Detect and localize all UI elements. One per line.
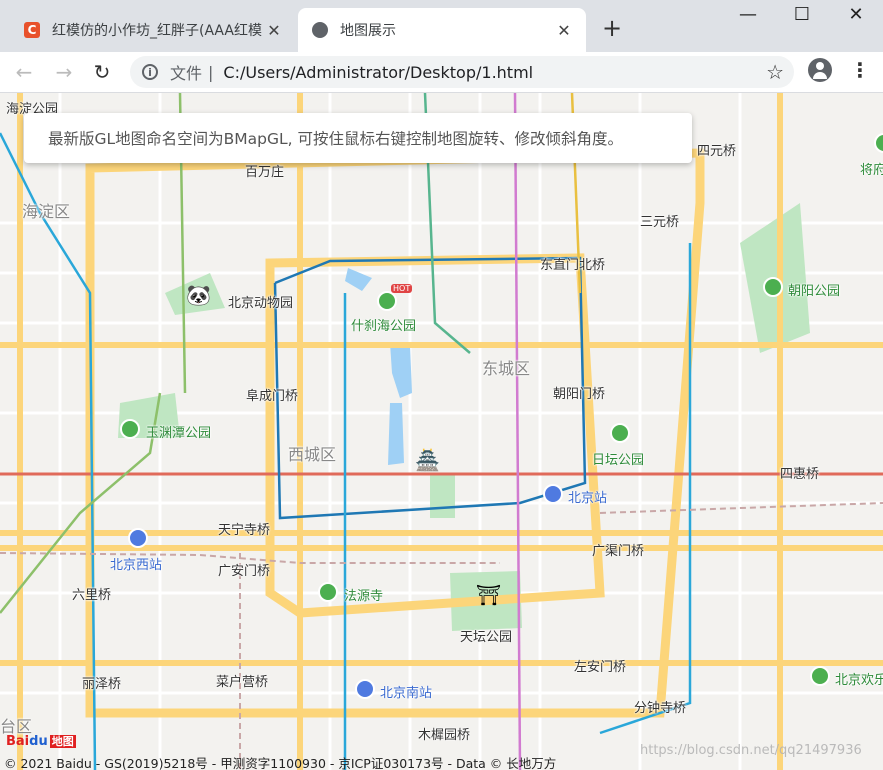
label-baiwanzhuang: 百万庄	[245, 165, 285, 180]
park-tiantan[interactable]: 天坛公园	[460, 626, 512, 645]
park-pin-icon[interactable]	[318, 582, 338, 602]
menu-icon[interactable]: ⋮	[850, 58, 870, 82]
park-pin-icon[interactable]	[810, 666, 830, 686]
watermark: https://blog.csdn.net/qq21497936	[640, 743, 862, 758]
park-ritan[interactable]: 日坛公园	[592, 449, 644, 468]
station-beijingxizhan[interactable]: 北京西站	[110, 554, 162, 573]
label-sanyuanqiao: 三元桥	[640, 215, 680, 230]
info-icon[interactable]: i	[142, 64, 158, 80]
temple-of-heaven-icon[interactable]: ⛩	[476, 583, 501, 607]
label-liuliqiao: 六里桥	[72, 588, 112, 603]
park-zoo[interactable]: 北京动物园	[228, 292, 293, 311]
new-tab-button[interactable]: +	[600, 14, 624, 42]
label-guangqumenqiao: 广渠门桥	[592, 544, 645, 559]
close-tab-icon[interactable]: ✕	[262, 21, 286, 40]
profile-avatar-icon[interactable]	[808, 58, 832, 82]
label-siyuanqiao: 四元桥	[697, 144, 737, 159]
park-pin-icon[interactable]	[120, 419, 140, 439]
csdn-icon: C	[24, 22, 40, 38]
map-canvas[interactable]: 海淀区 东城区 西城区 台区 海淀公园 百万庄 三元桥 四元桥 东直门北桥 阜成…	[0, 93, 883, 770]
train-station-icon[interactable]	[128, 528, 148, 548]
address-bar[interactable]: i 文件 | C:/Users/Administrator/Desktop/1.…	[130, 56, 794, 88]
label-lizeqiao: 丽泽桥	[82, 677, 122, 692]
park-pin-icon[interactable]	[610, 423, 630, 443]
label-guanganmenqiao: 广安门桥	[218, 564, 271, 579]
park-jiangfu[interactable]: 将府	[860, 159, 883, 178]
tab-title: 红模仿的小作坊_红胖子(AAA红模	[52, 23, 262, 39]
logo-bai: Bai	[6, 734, 30, 749]
park-huanle[interactable]: 北京欢乐	[835, 669, 883, 688]
district-haidian: 海淀区	[22, 202, 71, 221]
panda-icon[interactable]: 🐼	[186, 283, 211, 307]
district-xicheng: 西城区	[288, 445, 337, 464]
logo-du: du	[29, 734, 48, 749]
tab-title: 地图展示	[340, 23, 396, 39]
label-fenzhongsiqiao: 分钟寺桥	[634, 701, 687, 716]
label-dongzhimenbeiqiao: 东直门北桥	[540, 258, 606, 273]
label-sihuiqiao: 四惠桥	[780, 467, 820, 482]
bookmark-star-icon[interactable]: ☆	[766, 60, 784, 84]
address-separator: |	[208, 62, 214, 82]
label-zuoanmenqiao: 左安门桥	[574, 660, 627, 675]
tab-csdn[interactable]: C 红模仿的小作坊_红胖子(AAA红模 ✕	[10, 8, 296, 52]
address-scheme: 文件	[170, 64, 203, 83]
label-muxiyuanqiao: 木樨园桥	[418, 728, 471, 743]
tab-bar: C 红模仿的小作坊_红胖子(AAA红模 ✕ 地图展示 ✕ + — ☐ ✕	[0, 0, 883, 52]
hot-badge: HOT	[391, 284, 413, 293]
train-station-icon[interactable]	[543, 484, 563, 504]
baidu-logo[interactable]: Baidu 地图	[6, 733, 76, 749]
label-tianningsiqiao: 天宁寺桥	[218, 523, 271, 538]
reload-button[interactable]: ↻	[88, 58, 116, 86]
label-chaoyangmenqiao: 朝阳门桥	[553, 387, 606, 402]
tab-map[interactable]: 地图展示 ✕	[298, 8, 586, 52]
park-yuyuantan[interactable]: 玉渊潭公园	[146, 422, 211, 441]
forward-button[interactable]: →	[50, 58, 78, 86]
park-fayuansi[interactable]: 法源寺	[344, 585, 383, 604]
label-caihuyingqiao: 菜户营桥	[216, 675, 269, 690]
district-dongcheng: 东城区	[482, 359, 531, 378]
station-beijingnanzhan[interactable]: 北京南站	[380, 682, 432, 701]
close-window-button[interactable]: ✕	[836, 4, 876, 30]
address-url[interactable]: C:/Users/Administrator/Desktop/1.html	[223, 63, 533, 82]
close-tab-icon[interactable]: ✕	[552, 21, 576, 40]
park-chaoyang[interactable]: 朝阳公园	[788, 280, 840, 299]
map-copyright: © 2021 Baidu - GS(2019)5218号 - 甲测资字11009…	[4, 756, 557, 770]
tiananmen-icon[interactable]: 🏯	[415, 448, 440, 472]
minimize-button[interactable]: —	[728, 4, 768, 30]
station-beijingzhan[interactable]: 北京站	[568, 487, 607, 506]
park-pin-icon[interactable]	[763, 277, 783, 297]
maximize-button[interactable]: ☐	[782, 4, 822, 30]
park-pin-icon[interactable]	[377, 291, 397, 311]
browser-toolbar: ← → ↻ i 文件 | C:/Users/Administrator/Desk…	[0, 52, 883, 93]
logo-map: 地图	[49, 735, 76, 748]
notice-banner: 最新版GL地图命名空间为BMapGL, 可按住鼠标右键控制地图旋转、修改倾斜角度…	[24, 113, 692, 163]
train-station-icon[interactable]	[355, 679, 375, 699]
label-fuchengmenqiao: 阜成门桥	[246, 389, 299, 404]
globe-icon	[312, 22, 328, 38]
park-shichahai[interactable]: 什刹海公园	[351, 315, 416, 334]
back-button[interactable]: ←	[10, 58, 38, 86]
